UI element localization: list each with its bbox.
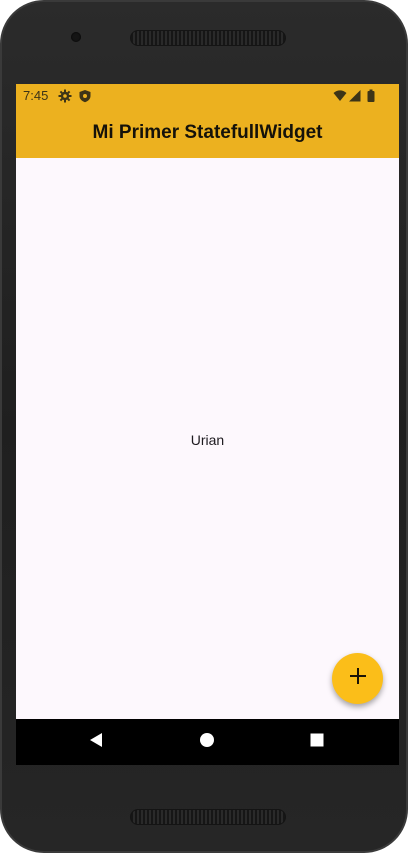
add-fab-button[interactable] [332,653,383,704]
body-area: Urian [16,158,399,719]
back-button[interactable] [87,732,105,753]
signal-icon [348,89,362,103]
shield-icon [78,89,92,103]
recents-button[interactable] [308,733,326,751]
bottom-speaker [130,809,286,825]
app-title: Mi Primer StatefullWidget [92,122,323,143]
status-time: 7:45 [23,88,49,103]
recents-icon [309,732,325,753]
navigation-bar [16,719,399,765]
gear-icon [58,89,72,103]
home-button[interactable] [198,732,216,753]
home-icon [199,732,215,753]
status-bar: 7:45 [16,84,399,108]
phone-frame: 7:45 Mi Primer StatefullWidget Urian [0,0,408,853]
wifi-icon [333,89,347,103]
app-bar: Mi Primer StatefullWidget [16,108,399,158]
front-camera [71,32,81,42]
back-icon [88,732,104,753]
battery-icon [364,89,378,103]
screen: 7:45 Mi Primer StatefullWidget Urian [16,84,399,765]
center-text: Urian [190,432,225,448]
top-speaker [130,30,286,46]
plus-icon [349,667,367,690]
